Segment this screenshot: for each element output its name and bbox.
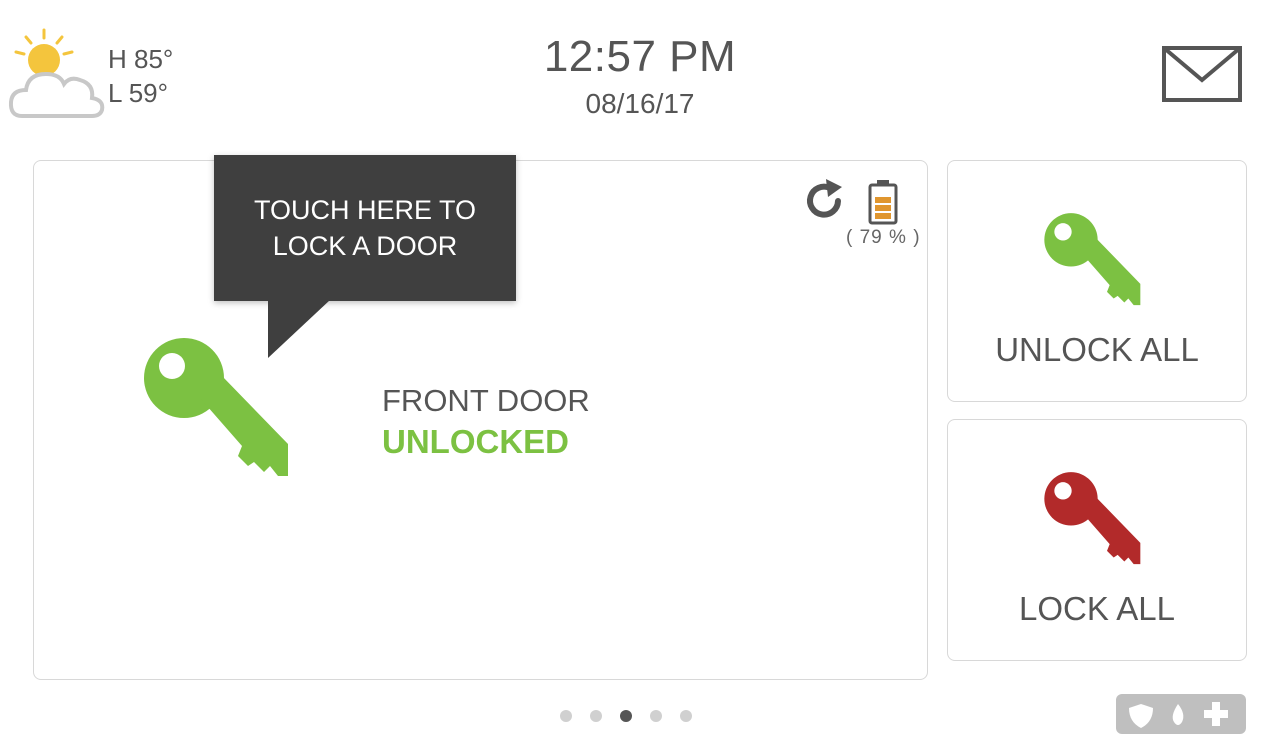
lock-all-label: LOCK ALL: [1019, 590, 1175, 627]
emergency-button[interactable]: [1116, 694, 1246, 734]
page-dot-active[interactable]: [620, 710, 632, 722]
locked-key-icon: [1044, 472, 1141, 565]
door-name: FRONT DOOR: [382, 383, 590, 418]
tooltip-pointer: [268, 300, 330, 358]
page-dot[interactable]: [560, 710, 572, 722]
tooltip-text: TOUCH HERE TO LOCK A DOOR: [253, 195, 477, 261]
clock: 12:57 PM 08/16/17: [0, 32, 1280, 120]
current-time: 12:57 PM: [543, 32, 737, 81]
fire-icon: [1172, 704, 1184, 725]
page-indicator: [560, 710, 692, 722]
messages-button[interactable]: [1162, 46, 1244, 104]
unlock-all-button[interactable]: UNLOCK ALL: [947, 160, 1247, 402]
refresh-icon[interactable]: [802, 179, 848, 223]
medical-cross-icon: [1204, 702, 1228, 726]
envelope-icon: [1162, 46, 1242, 102]
battery-icon: [868, 180, 898, 225]
door-status: UNLOCKED: [382, 423, 569, 460]
page-dot[interactable]: [680, 710, 692, 722]
battery-level-text: ( 79 % ): [846, 227, 921, 248]
shield-icon: [1129, 704, 1153, 728]
tooltip: TOUCH HERE TO LOCK A DOOR: [214, 155, 516, 301]
unlocked-key-icon: [1044, 213, 1141, 306]
unlock-all-label: UNLOCK ALL: [995, 331, 1199, 368]
current-date: 08/16/17: [585, 88, 695, 119]
page-dot[interactable]: [650, 710, 662, 722]
page-dot[interactable]: [590, 710, 602, 722]
lock-all-button[interactable]: LOCK ALL: [947, 419, 1247, 661]
